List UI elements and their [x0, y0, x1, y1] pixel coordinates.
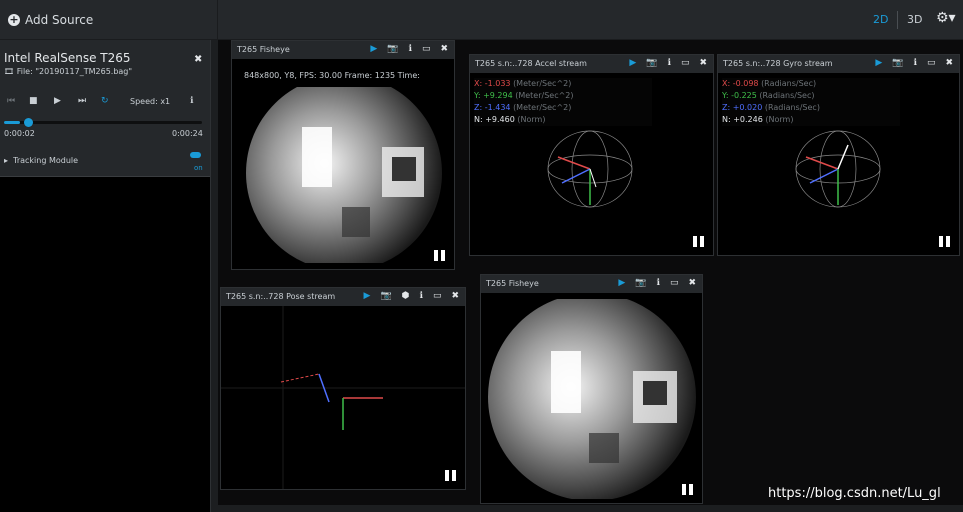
camera-icon[interactable]: 📷 [892, 58, 903, 69]
maximize-icon[interactable]: ▭ [433, 291, 442, 302]
device-card: Intel RealSense T265 ✖ 🎞 File: "20190117… [0, 40, 210, 177]
camera-icon[interactable]: 📷 [387, 44, 398, 55]
tracking-module-row[interactable]: ▸ Tracking Module [4, 156, 78, 165]
panel-divider[interactable] [210, 40, 218, 512]
view-2d-button[interactable]: 2D [873, 13, 888, 26]
speed-selector[interactable]: Speed: x1 [130, 97, 170, 106]
accel-stream-window: T265 s.n:..728 Accel stream ▶ 📷 ℹ ▭ ✖ X:… [469, 54, 714, 256]
window-header: T265 Fisheye ▶ 📷 ℹ ▭ ✖ [232, 41, 454, 59]
window-title: T265 Fisheye [486, 279, 539, 288]
pause-button[interactable] [693, 236, 705, 247]
gyro-readout: X: -0.098 (Radians/Sec) Y: -0.225 (Radia… [722, 78, 900, 126]
camera-icon[interactable]: 📷 [646, 58, 657, 69]
accel-norm: N: +9.460 (Norm) [474, 115, 546, 124]
info-icon[interactable]: ℹ [914, 58, 917, 69]
loop-icon[interactable]: ↻ [101, 96, 109, 106]
module-toggle[interactable] [190, 152, 201, 158]
gyro-gizmo [795, 130, 881, 208]
info-icon[interactable]: ℹ [657, 278, 660, 289]
toggle-state: on [194, 164, 203, 172]
window-title: T265 s.n:..728 Gyro stream [723, 59, 833, 68]
gyro-norm: N: +0.246 (Norm) [722, 115, 794, 124]
time-total: 0:00:24 [172, 129, 203, 138]
fisheye-window-2: T265 Fisheye ▶ 📷 ℹ ▭ ✖ [480, 274, 703, 504]
device-name: Intel RealSense T265 [4, 51, 131, 65]
time-current: 0:00:02 [4, 129, 35, 138]
top-toolbar: + Add Source 2D 3D ⚙▾ [0, 0, 963, 40]
stop-icon[interactable]: ■ [29, 96, 38, 106]
window-header: T265 Fisheye ▶ 📷 ℹ ▭ ✖ [481, 275, 702, 293]
info-icon[interactable]: ℹ [420, 291, 423, 302]
step-forward-icon[interactable]: ⏭ [78, 96, 86, 106]
window-title: T265 s.n:..728 Accel stream [475, 59, 587, 68]
file-name: File: "20190117_TM265.bag" [16, 67, 133, 76]
info-icon[interactable]: ℹ [190, 96, 193, 106]
window-header: T265 s.n:..728 Accel stream ▶ 📷 ℹ ▭ ✖ [470, 55, 713, 73]
skip-back-icon[interactable]: ⏮ [7, 96, 15, 106]
pause-button[interactable] [939, 236, 951, 247]
window-title: T265 Fisheye [237, 45, 290, 54]
seek-progress [4, 121, 20, 124]
gyro-z: Z: +0.020 (Radians/Sec) [722, 103, 820, 112]
play-icon[interactable]: ▶ [54, 96, 61, 106]
info-icon[interactable]: ℹ [409, 44, 412, 55]
gyro-stream-window: T265 s.n:..728 Gyro stream ▶ 📷 ℹ ▭ ✖ X: … [717, 54, 960, 256]
accel-gizmo [547, 130, 633, 208]
pause-button[interactable] [682, 484, 694, 495]
device-panel: Intel RealSense T265 ✖ 🎞 File: "20190117… [0, 40, 210, 512]
camera-icon[interactable]: 📷 [635, 278, 646, 289]
accel-z: Z: -1.434 (Meter/Sec^2) [474, 103, 572, 112]
view-separator [897, 11, 898, 29]
pose-view [221, 306, 465, 489]
fisheye-window-1: T265 Fisheye ▶ 📷 ℹ ▭ ✖ 848x800, Y8, FPS:… [231, 40, 455, 270]
seek-bar[interactable] [4, 121, 202, 124]
maximize-icon[interactable]: ▭ [681, 58, 690, 69]
play-icon[interactable]: ▶ [618, 278, 625, 289]
close-icon[interactable]: ✖ [440, 44, 448, 55]
gear-icon[interactable]: ⚙▾ [936, 10, 956, 26]
view-3d-button[interactable]: 3D [907, 13, 922, 26]
info-icon[interactable]: ℹ [668, 58, 671, 69]
close-icon[interactable]: ✖ [451, 291, 459, 302]
play-icon[interactable]: ▶ [364, 291, 371, 302]
module-label: Tracking Module [13, 156, 79, 165]
fisheye-image [485, 299, 699, 499]
stream-info: 848x800, Y8, FPS: 30.00 Frame: 1235 Time… [244, 71, 420, 80]
window-title: T265 s.n:..728 Pose stream [226, 292, 336, 301]
plus-icon: + [8, 13, 20, 26]
fisheye-image [242, 87, 446, 263]
maximize-icon[interactable]: ▭ [927, 58, 936, 69]
add-source-button[interactable]: + Add Source [0, 0, 218, 40]
playback-controls: ⏮ ■ ▶ ⏭ ↻ Speed: x1 ℹ [0, 96, 210, 110]
pose-stream-window: T265 s.n:..728 Pose stream ▶ 📷 ⬢ ℹ ▭ ✖ [220, 287, 466, 490]
seek-handle[interactable] [24, 118, 33, 127]
close-icon[interactable]: ✖ [699, 58, 707, 69]
window-header: T265 s.n:..728 Pose stream ▶ 📷 ⬢ ℹ ▭ ✖ [221, 288, 465, 306]
pause-button[interactable] [434, 250, 446, 261]
3d-view-icon[interactable]: ⬢ [402, 291, 410, 302]
window-header: T265 s.n:..728 Gyro stream ▶ 📷 ℹ ▭ ✖ [718, 55, 959, 73]
gyro-x: X: -0.098 (Radians/Sec) [722, 79, 817, 88]
accel-readout: X: -1.033 (Meter/Sec^2) Y: +9.294 (Meter… [474, 78, 652, 126]
pause-button[interactable] [445, 470, 457, 481]
close-icon[interactable]: ✖ [688, 278, 696, 289]
close-icon[interactable]: ✖ [945, 58, 953, 69]
device-file: 🎞 File: "20190117_TM265.bag" [4, 67, 133, 76]
watermark: https://blog.csdn.net/Lu_gl [768, 486, 941, 501]
accel-y: Y: +9.294 (Meter/Sec^2) [474, 91, 574, 100]
add-source-label: Add Source [25, 13, 94, 27]
close-icon[interactable]: ✖ [194, 54, 202, 65]
maximize-icon[interactable]: ▭ [670, 278, 679, 289]
maximize-icon[interactable]: ▭ [422, 44, 431, 55]
play-icon[interactable]: ▶ [629, 58, 636, 69]
gyro-y: Y: -0.225 (Radians/Sec) [722, 91, 815, 100]
play-icon[interactable]: ▶ [875, 58, 882, 69]
camera-icon[interactable]: 📷 [380, 291, 391, 302]
accel-x: X: -1.033 (Meter/Sec^2) [474, 79, 572, 88]
play-icon[interactable]: ▶ [370, 44, 377, 55]
bottom-scrollbar[interactable] [218, 505, 963, 512]
